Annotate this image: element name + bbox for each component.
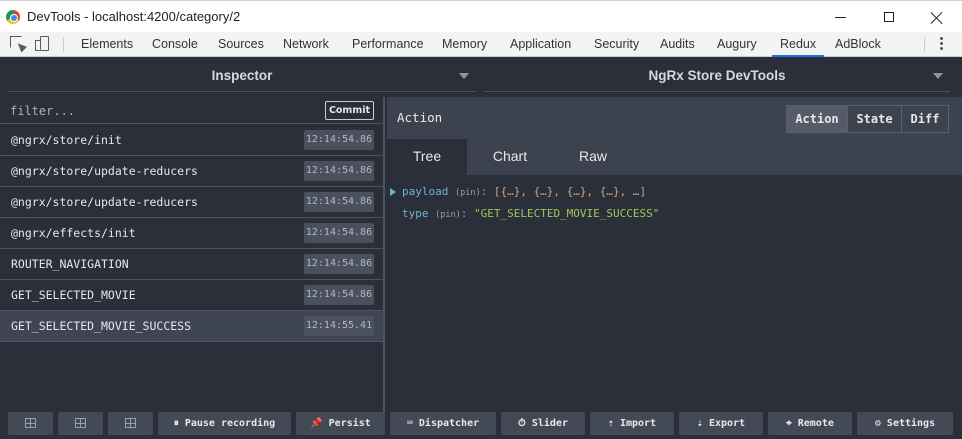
- tab-augury[interactable]: Augury: [717, 32, 757, 56]
- action-name: GET_SELECTED_MOVIE: [11, 288, 136, 302]
- chevron-down-icon: [933, 73, 943, 79]
- action-name: @ngrx/store/update-reducers: [11, 164, 198, 178]
- stopwatch-icon: ⏱: [518, 418, 526, 429]
- close-window-button[interactable]: [914, 5, 960, 29]
- settings-button[interactable]: ⚙ Settings: [857, 412, 953, 435]
- minimize-icon: [835, 17, 846, 18]
- window-titlebar: DevTools - localhost:4200/category/2: [0, 0, 962, 32]
- instance-select-label: NgRx Store DevTools: [648, 68, 786, 83]
- download-icon: ⇣: [696, 418, 703, 429]
- action-timestamp: 12:14:54.86: [304, 223, 374, 243]
- action-row[interactable]: ROUTER_NAVIGATION 12:14:54.86: [0, 249, 383, 280]
- action-row[interactable]: @ngrx/store/update-reducers 12:14:54.86: [0, 156, 383, 187]
- window-layout-icon: [25, 418, 36, 428]
- action-preview: Action Action State Diff Tree Chart Raw …: [387, 97, 962, 412]
- preview-subtabs: Tree Chart Raw: [387, 139, 962, 175]
- dock-right-button[interactable]: [58, 412, 103, 435]
- instance-select[interactable]: NgRx Store DevTools: [484, 58, 950, 95]
- more-options-icon[interactable]: [937, 36, 947, 52]
- monitor-select-label: Inspector: [211, 68, 273, 83]
- chrome-logo-icon: [6, 10, 20, 24]
- bottom-toolbar: ⏸ Pause recording 📌 Persist ⌨ Dispatcher ⏱ S…: [0, 412, 962, 439]
- export-button[interactable]: ⇣ Export: [679, 412, 763, 435]
- action-timestamp: 12:14:55.41: [304, 316, 374, 336]
- action-timestamp: 12:14:54.86: [304, 130, 374, 150]
- dock-bottom-button[interactable]: [108, 412, 153, 435]
- subtab-tree[interactable]: Tree: [387, 139, 467, 175]
- window-title: DevTools - localhost:4200/category/2: [27, 9, 241, 24]
- action-row[interactable]: @ngrx/effects/init 12:14:54.86: [0, 218, 383, 249]
- action-name: @ngrx/store/update-reducers: [11, 195, 198, 209]
- action-row-selected[interactable]: GET_SELECTED_MOVIE_SUCCESS 12:14:55.41: [0, 311, 383, 342]
- tab-security[interactable]: Security: [594, 32, 639, 56]
- action-list: Commit @ngrx/store/init 12:14:54.86 @ngr…: [0, 97, 385, 412]
- tab-network[interactable]: Network: [283, 32, 329, 56]
- pause-recording-button[interactable]: ⏸ Pause recording: [158, 412, 291, 435]
- action-timestamp: 12:14:54.86: [304, 285, 374, 305]
- dock-left-button[interactable]: [8, 412, 53, 435]
- tree-key: type: [402, 207, 429, 220]
- import-button[interactable]: ⇡ Import: [590, 412, 674, 435]
- inspect-element-icon[interactable]: [9, 35, 28, 53]
- tree-key: payload: [402, 185, 449, 198]
- device-toolbar-icon[interactable]: [34, 35, 52, 53]
- action-timestamp: 12:14:54.86: [304, 254, 374, 274]
- subtab-raw[interactable]: Raw: [557, 139, 629, 175]
- tab-memory[interactable]: Memory: [442, 32, 487, 56]
- action-name: ROUTER_NAVIGATION: [11, 257, 129, 271]
- expand-arrow-icon[interactable]: [390, 188, 396, 196]
- preview-title: Action: [397, 110, 443, 125]
- dispatcher-button[interactable]: ⌨ Dispatcher: [390, 412, 496, 435]
- preview-header: Action Action State Diff: [387, 97, 962, 139]
- remote-button[interactable]: ⌖ Remote: [768, 412, 852, 435]
- pin-link[interactable]: (pin): [455, 188, 481, 198]
- maximize-icon: [884, 12, 894, 22]
- tab-action[interactable]: Action: [786, 105, 848, 133]
- tab-diff[interactable]: Diff: [901, 105, 949, 133]
- action-name: @ngrx/effects/init: [11, 226, 136, 240]
- action-timestamp: 12:14:54.86: [304, 161, 374, 181]
- tree-value: "GET_SELECTED_MOVIE_SUCCESS": [473, 207, 660, 220]
- action-row[interactable]: @ngrx/store/init 12:14:54.86: [0, 125, 383, 156]
- pin-icon: 📌: [310, 418, 323, 429]
- subtab-chart[interactable]: Chart: [473, 139, 547, 175]
- action-row[interactable]: @ngrx/store/update-reducers 12:14:54.86: [0, 187, 383, 218]
- maximize-button[interactable]: [866, 5, 912, 29]
- filter-row: Commit: [0, 97, 383, 124]
- action-name: @ngrx/store/init: [11, 133, 122, 147]
- pause-icon: ⏸: [173, 418, 179, 429]
- keyboard-icon: ⌨: [406, 418, 413, 429]
- tab-elements[interactable]: Elements: [81, 32, 133, 56]
- action-row[interactable]: GET_SELECTED_MOVIE 12:14:54.86: [0, 280, 383, 311]
- tab-redux[interactable]: Redux: [771, 32, 825, 57]
- tab-sources[interactable]: Sources: [218, 32, 264, 56]
- tab-adblock[interactable]: AdBlock: [835, 32, 881, 56]
- chevron-down-icon: [459, 73, 469, 79]
- tab-state[interactable]: State: [847, 105, 902, 133]
- window-layout-icon: [75, 418, 86, 428]
- action-name: GET_SELECTED_MOVIE_SUCCESS: [11, 319, 192, 333]
- minimize-button[interactable]: [818, 5, 864, 29]
- tab-console[interactable]: Console: [152, 32, 198, 56]
- pin-link[interactable]: (pin): [435, 210, 461, 220]
- tree-value: [{…}, {…}, {…}, {…}, …]: [493, 185, 647, 198]
- redux-devtools-panel: Inspector NgRx Store DevTools Commit @ng…: [0, 58, 962, 439]
- commit-button[interactable]: Commit: [325, 101, 374, 120]
- monitor-select[interactable]: Inspector: [8, 58, 476, 95]
- tab-application[interactable]: Application: [510, 32, 571, 56]
- toolbar-divider: [63, 37, 64, 52]
- antenna-icon: ⌖: [786, 418, 792, 429]
- upload-icon: ⇡: [607, 418, 614, 429]
- filter-input[interactable]: [10, 102, 310, 120]
- tab-performance[interactable]: Performance: [352, 32, 424, 56]
- devtools-tabbar: Elements Console Sources Network Perform…: [0, 32, 962, 57]
- gear-icon: ⚙: [874, 418, 881, 429]
- persist-button[interactable]: 📌 Persist: [296, 412, 385, 435]
- slider-button[interactable]: ⏱ Slider: [501, 412, 585, 435]
- tab-audits[interactable]: Audits: [660, 32, 695, 56]
- action-timestamp: 12:14:54.86: [304, 192, 374, 212]
- close-icon: [930, 11, 944, 25]
- toolbar-divider: [924, 37, 925, 52]
- window-layout-icon: [125, 418, 136, 428]
